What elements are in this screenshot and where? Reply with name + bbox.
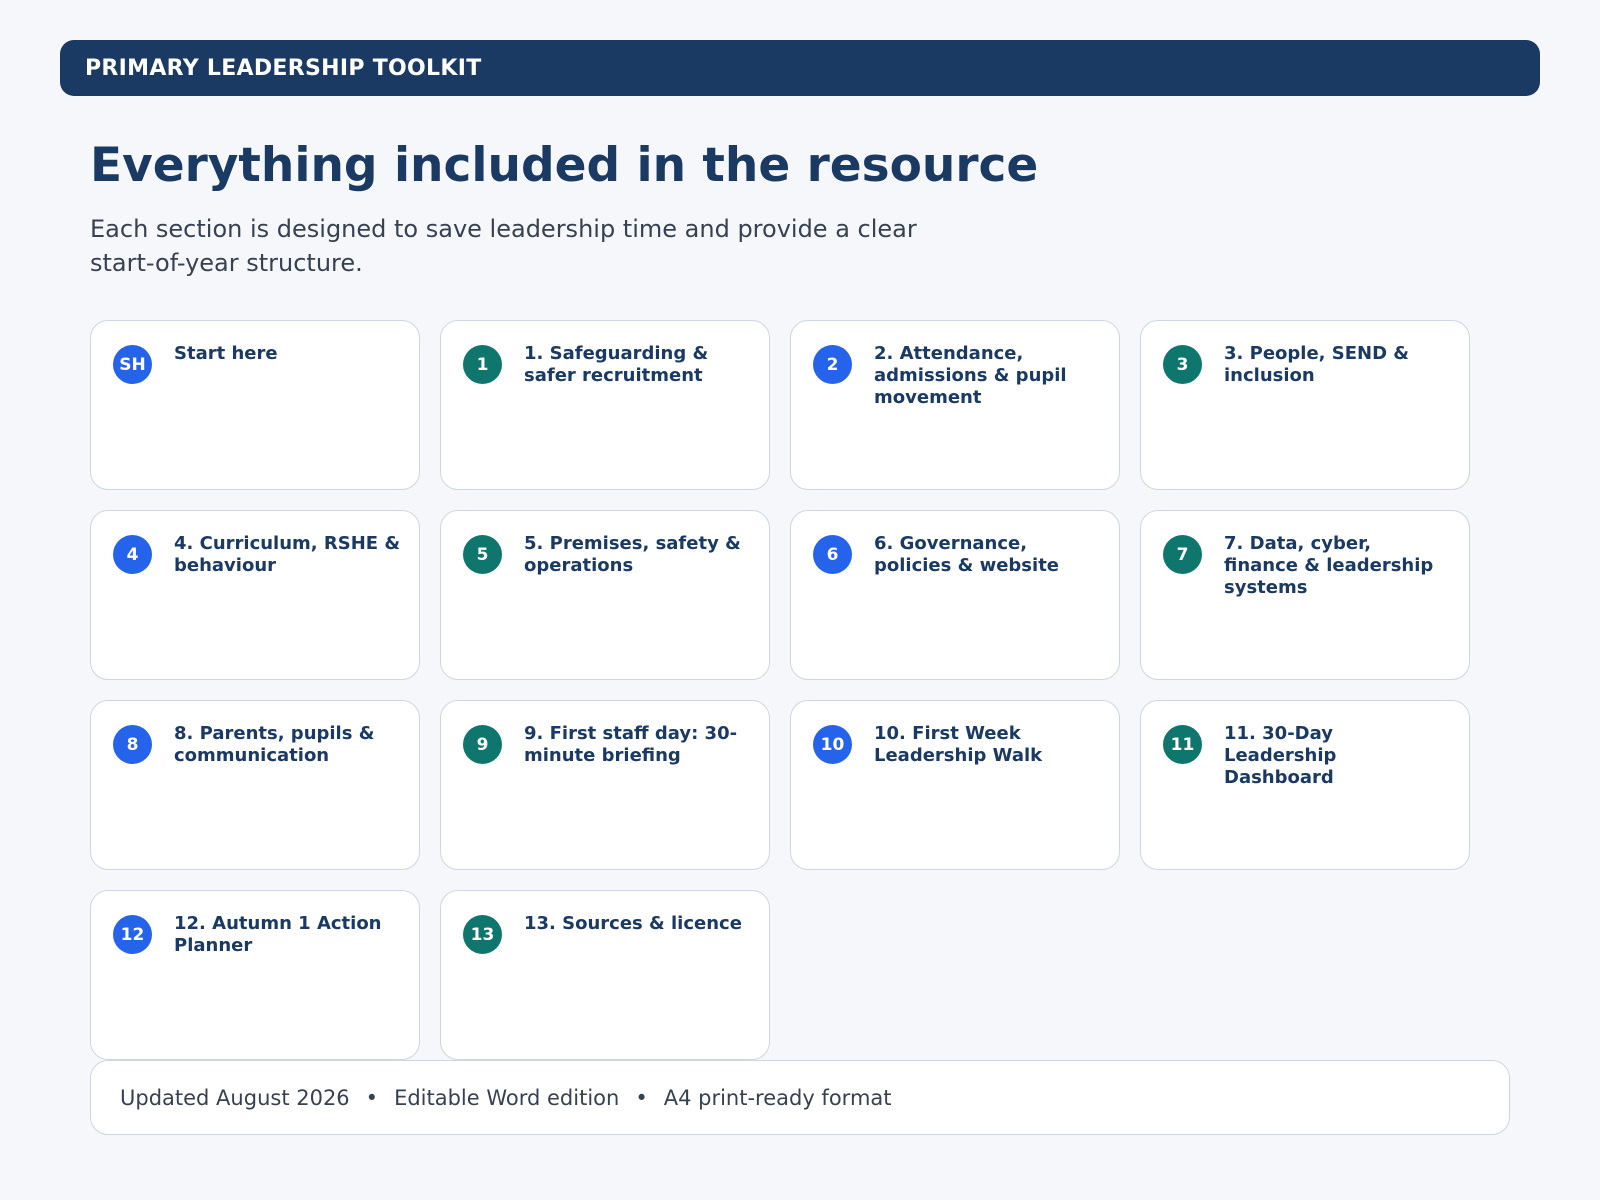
section-card-9[interactable]: 9 9. First staff day: 30-minute briefing xyxy=(440,700,770,870)
card-badge: 4 xyxy=(113,535,152,574)
card-title: 13. Sources & licence xyxy=(524,913,742,934)
card-title: 7. Data, cyber, finance & leadership sys… xyxy=(1224,533,1434,598)
section-card-3[interactable]: 3 3. People, SEND & inclusion xyxy=(1140,320,1470,490)
card-badge: 10 xyxy=(813,725,852,764)
card-title: 2. Attendance, admissions & pupil moveme… xyxy=(874,343,1067,408)
footer-info-bar: Updated August 2026 • Editable Word edit… xyxy=(90,1060,1510,1135)
section-card-5[interactable]: 5 5. Premises, safety & operations xyxy=(440,510,770,680)
card-badge: SH xyxy=(113,345,152,384)
footer-format: A4 print-ready format xyxy=(663,1085,892,1110)
header-banner: PRIMARY LEADERSHIP TOOLKIT xyxy=(60,40,1540,96)
card-title: 1. Safeguarding & safer recruitment xyxy=(524,343,709,386)
section-card-8[interactable]: 8 8. Parents, pupils & communication xyxy=(90,700,420,870)
section-card-11[interactable]: 11 11. 30-Day Leadership Dashboard xyxy=(1140,700,1470,870)
section-card-4[interactable]: 4 4. Curriculum, RSHE & behaviour xyxy=(90,510,420,680)
card-title: 4. Curriculum, RSHE & behaviour xyxy=(174,533,401,576)
card-badge: 9 xyxy=(463,725,502,764)
card-badge: 8 xyxy=(113,725,152,764)
card-badge: 13 xyxy=(463,915,502,954)
card-title: 11. 30-Day Leadership Dashboard xyxy=(1224,723,1337,788)
card-badge: 5 xyxy=(463,535,502,574)
footer-edition: Editable Word edition xyxy=(394,1085,620,1110)
section-card-2[interactable]: 2 2. Attendance, admissions & pupil move… xyxy=(790,320,1120,490)
card-badge: 3 xyxy=(1163,345,1202,384)
card-badge: 2 xyxy=(813,345,852,384)
page-subtitle: Each section is designed to save leaders… xyxy=(90,215,917,277)
card-title: 8. Parents, pupils & communication xyxy=(174,723,375,766)
card-title: 3. People, SEND & inclusion xyxy=(1224,343,1409,386)
card-title: 9. First staff day: 30-minute briefing xyxy=(524,723,738,766)
section-card-start-here[interactable]: SH Start here xyxy=(90,320,420,490)
header-title: PRIMARY LEADERSHIP TOOLKIT xyxy=(85,55,482,81)
card-title: Start here xyxy=(174,343,278,364)
section-card-13[interactable]: 13 13. Sources & licence xyxy=(440,890,770,1060)
card-title: 12. Autumn 1 Action Planner xyxy=(174,913,382,956)
card-badge: 1 xyxy=(463,345,502,384)
footer-separator: • xyxy=(635,1085,648,1110)
card-badge: 12 xyxy=(113,915,152,954)
footer-separator: • xyxy=(365,1085,379,1110)
footer-updated: Updated August 2026 xyxy=(120,1085,350,1110)
card-title: 5. Premises, safety & operations xyxy=(524,533,741,576)
card-badge: 11 xyxy=(1163,725,1202,764)
card-title: 10. First Week Leadership Walk xyxy=(874,723,1043,766)
card-badge: 6 xyxy=(813,535,852,574)
section-card-6[interactable]: 6 6. Governance, policies & website xyxy=(790,510,1120,680)
section-card-10[interactable]: 10 10. First Week Leadership Walk xyxy=(790,700,1120,870)
section-card-1[interactable]: 1 1. Safeguarding & safer recruitment xyxy=(440,320,770,490)
card-badge: 7 xyxy=(1163,535,1202,574)
section-card-12[interactable]: 12 12. Autumn 1 Action Planner xyxy=(90,890,420,1060)
section-card-7[interactable]: 7 7. Data, cyber, finance & leadership s… xyxy=(1140,510,1470,680)
page-title: Everything included in the resource xyxy=(90,138,1039,193)
card-title: 6. Governance, policies & website xyxy=(874,533,1060,576)
section-card-grid: SH Start here 1 1. Safeguarding & safer … xyxy=(90,320,1470,1060)
